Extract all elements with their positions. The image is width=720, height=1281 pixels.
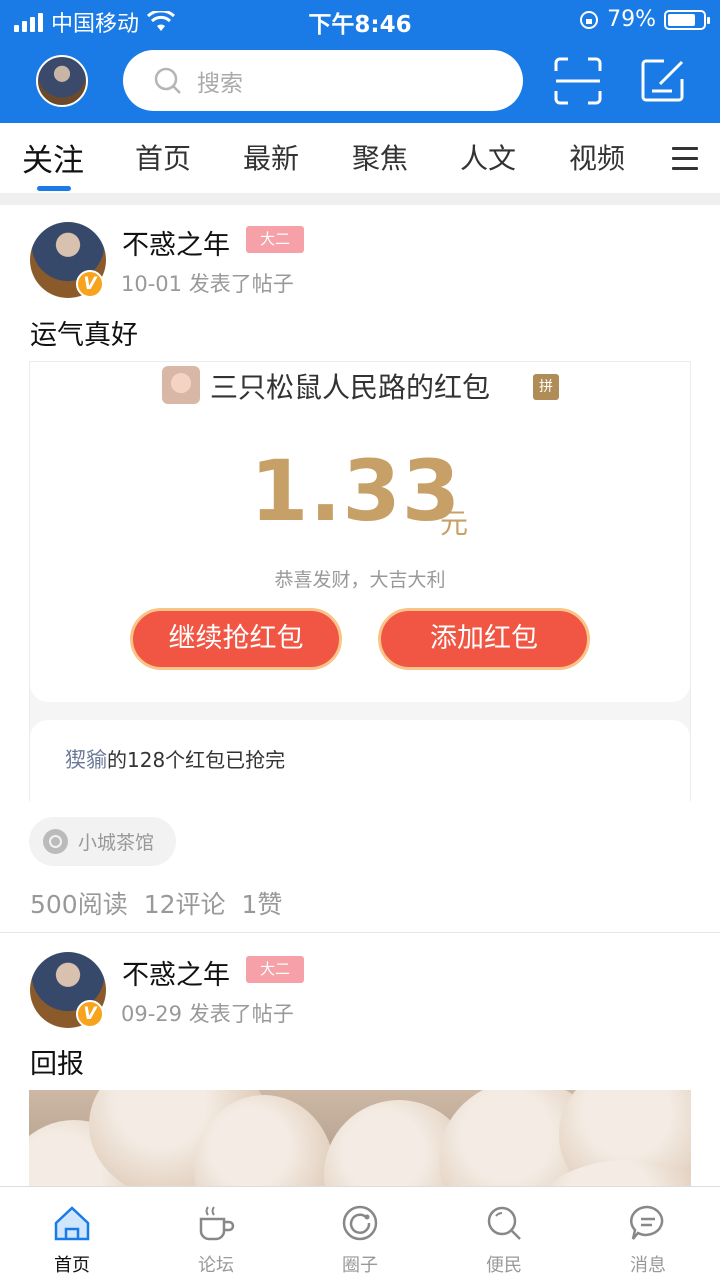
post-divider — [0, 932, 720, 933]
grade-badge: 大二 — [246, 956, 305, 983]
like-count[interactable]: 1赞 — [242, 885, 283, 921]
nav-forum[interactable]: 论坛 — [144, 1187, 288, 1281]
red-packet-sender-avatar — [162, 366, 200, 404]
nav-circle[interactable]: 圈子 — [288, 1187, 432, 1281]
nav-circle-label: 圈子 — [342, 1255, 378, 1276]
search-icon — [154, 67, 181, 94]
search-icon — [487, 1206, 521, 1240]
rotation-lock-icon — [580, 10, 599, 29]
chat-icon — [630, 1205, 664, 1240]
red-packet-amount: 1.33 — [250, 442, 462, 540]
red-packet-sender: 三只松鼠人民路的红包 — [210, 371, 491, 404]
circle-tag-label: 小城茶馆 — [78, 832, 155, 854]
red-packet-main: 三只松鼠人民路的红包 拼 1.33 元 恭喜发财，大吉大利 继续抢红包 添加红包 — [30, 362, 690, 702]
comment-count[interactable]: 12评论 — [144, 885, 226, 921]
pin-badge: 拼 — [533, 374, 559, 400]
battery-info: 79% — [579, 7, 710, 32]
circle-icon — [342, 1205, 378, 1241]
post-stats: 500阅读 12评论 1赞 — [30, 885, 282, 921]
tab-home[interactable]: 首页 — [135, 137, 191, 177]
status-bar: 中国移动 下午8:46 79% — [0, 0, 720, 40]
battery-percent: 79% — [607, 7, 656, 32]
nav-service-label: 便民 — [486, 1255, 522, 1276]
compose-icon[interactable] — [640, 57, 686, 103]
red-packet-wish: 恭喜发财，大吉大利 — [274, 569, 446, 591]
home-icon — [54, 1206, 90, 1241]
nav-forum-label: 论坛 — [198, 1255, 234, 1276]
search-bar[interactable]: 搜索 — [123, 50, 523, 111]
add-red-packet-button[interactable]: 添加红包 — [378, 608, 590, 670]
circle-icon — [43, 829, 68, 854]
grade-badge: 大二 — [246, 226, 305, 253]
battery-icon — [664, 9, 710, 30]
nav-service[interactable]: 便民 — [432, 1187, 576, 1281]
coffee-icon — [199, 1206, 235, 1241]
section-separator — [0, 193, 720, 205]
verified-badge: V — [76, 1000, 104, 1028]
nav-home[interactable]: 首页 — [0, 1187, 144, 1281]
read-count: 500阅读 — [30, 890, 128, 919]
post-author-name[interactable]: 不惑之年 — [122, 223, 230, 262]
post-title[interactable]: 回报 — [30, 1042, 84, 1081]
red-packet-footer-text: 的128个红包已抢完 — [107, 748, 286, 772]
post-meta: 09-29 发表了帖子 — [121, 1002, 294, 1026]
menu-icon[interactable] — [672, 147, 698, 177]
user-avatar[interactable] — [36, 55, 88, 107]
nav-home-label: 首页 — [54, 1255, 90, 1276]
tab-follow[interactable]: 关注 — [22, 135, 84, 180]
continue-grab-button[interactable]: 继续抢红包 — [130, 608, 342, 670]
nav-messages[interactable]: 消息 — [576, 1187, 720, 1281]
post-title[interactable]: 运气真好 — [30, 313, 138, 352]
bottom-nav: 首页 论坛 圈子 便民 消息 — [0, 1186, 720, 1280]
tab-video[interactable]: 视频 — [569, 137, 625, 177]
category-tabs: 关注 首页 最新 聚焦 人文 视频 — [0, 123, 720, 193]
post-author-name[interactable]: 不惑之年 — [122, 953, 230, 992]
tab-culture[interactable]: 人文 — [460, 137, 516, 177]
red-packet-footer: 猰貐的128个红包已抢完 — [30, 720, 690, 802]
red-packet-unit: 元 — [440, 507, 469, 540]
nav-messages-label: 消息 — [630, 1255, 666, 1276]
verified-badge: V — [76, 270, 104, 298]
post-meta: 10-01 发表了帖子 — [121, 272, 294, 296]
red-packet-card[interactable]: 三只松鼠人民路的红包 拼 1.33 元 恭喜发财，大吉大利 继续抢红包 添加红包… — [29, 361, 691, 802]
tab-focus[interactable]: 聚焦 — [352, 137, 408, 177]
red-packet-footer-name[interactable]: 猰貐 — [65, 748, 107, 772]
circle-tag[interactable]: 小城茶馆 — [29, 817, 177, 866]
tab-latest[interactable]: 最新 — [243, 137, 299, 177]
post-image[interactable] — [29, 1090, 691, 1200]
tab-active-indicator — [37, 186, 71, 191]
top-bar: 中国移动 下午8:46 79% 搜索 — [0, 0, 720, 123]
search-placeholder: 搜索 — [197, 70, 243, 97]
scan-icon[interactable] — [554, 57, 602, 105]
